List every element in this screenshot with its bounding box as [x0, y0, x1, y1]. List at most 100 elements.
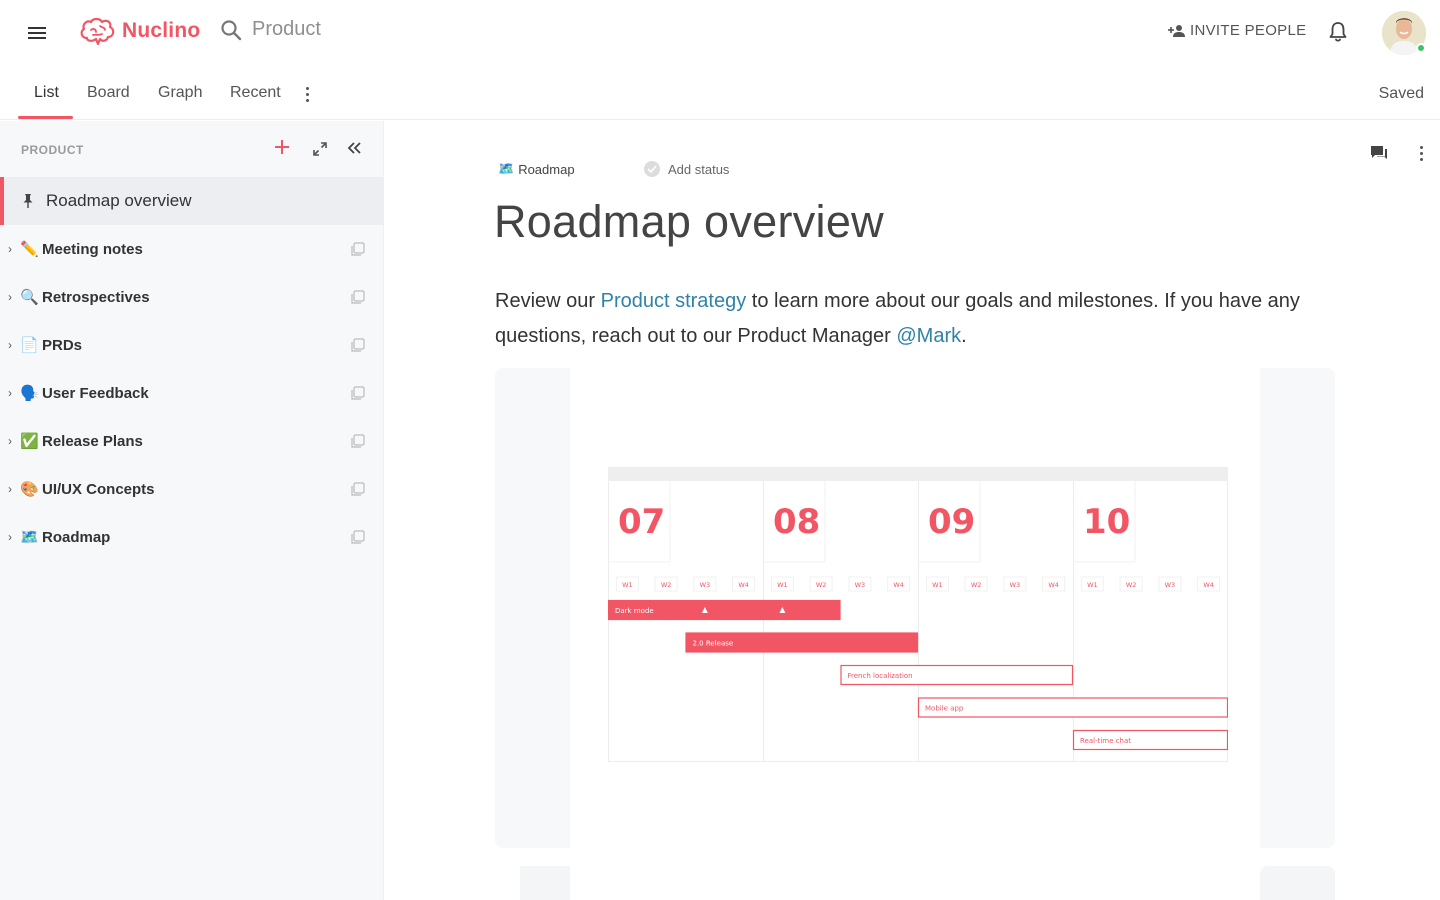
tab-graph[interactable]: Graph	[158, 84, 202, 102]
chevron-right-icon[interactable]: ›	[8, 386, 20, 400]
collection-icon[interactable]	[351, 290, 365, 304]
invite-people-button[interactable]: INVITE PEOPLE	[1168, 22, 1306, 39]
pin-icon	[23, 194, 33, 208]
more-options-icon[interactable]	[1419, 146, 1425, 162]
online-status-dot	[1416, 43, 1426, 53]
save-status: Saved	[1378, 85, 1424, 102]
collapse-sidebar-icon[interactable]	[345, 140, 363, 156]
breadcrumb[interactable]: 🗺️ Roadmap	[498, 161, 575, 177]
month-label: 07	[618, 502, 665, 542]
collection-icon[interactable]	[351, 530, 365, 544]
expand-icon[interactable]	[313, 142, 327, 156]
week-label: W2	[1126, 581, 1137, 589]
timeline-bar-label: Real-time chat	[1080, 737, 1131, 745]
search-icon	[221, 19, 242, 40]
doc-paragraph[interactable]: Review our Product strategy to learn mor…	[495, 284, 1335, 354]
status-label: Add status	[668, 161, 730, 177]
sidebar-item-roadmap-overview[interactable]: Roadmap overview	[0, 177, 383, 225]
add-person-icon	[1168, 24, 1185, 37]
next-embed-frame-right	[1260, 866, 1335, 900]
chevron-right-icon[interactable]: ›	[8, 338, 20, 352]
week-label: W3	[1165, 581, 1176, 589]
sidebar-item-roadmap[interactable]: › 🗺️ Roadmap	[0, 513, 383, 561]
timeline-header-bar	[608, 467, 1228, 481]
week-label: W2	[971, 581, 982, 589]
active-tab-indicator	[18, 116, 73, 119]
invite-label: INVITE PEOPLE	[1190, 22, 1307, 39]
collection-icon[interactable]	[351, 386, 365, 400]
map-icon: 🗺️	[498, 161, 515, 176]
month-label: 09	[928, 502, 975, 542]
collection-icon[interactable]	[351, 482, 365, 496]
week-label: W2	[661, 581, 672, 589]
search-input[interactable]	[252, 18, 452, 41]
week-label: W2	[816, 581, 827, 589]
sidebar-item-label: Release Plans	[42, 432, 143, 450]
month-label: 10	[1083, 502, 1130, 542]
breadcrumb-label: Roadmap	[518, 161, 575, 177]
roadmap-timeline: 07 W1 W2 W3 W4 08 W1 W2 W3 W4 09 W1 W2 W3 W4 10 W1 W2 W3 W4…	[608, 467, 1228, 762]
chevron-right-icon[interactable]: ›	[8, 242, 20, 256]
sidebar-item-label: PRDs	[42, 336, 83, 354]
sidebar-item-release-plans[interactable]: › ✅ Release Plans	[0, 417, 383, 465]
sidebar-item-label: UI/UX Concepts	[42, 480, 155, 498]
more-tabs-icon[interactable]	[305, 87, 311, 103]
collection-icon[interactable]	[351, 242, 365, 256]
timeline-bar-label: 2.0 Release	[693, 640, 734, 648]
menu-icon[interactable]	[28, 24, 48, 42]
search-box[interactable]	[220, 18, 452, 41]
chevron-right-icon[interactable]: ›	[8, 434, 20, 448]
timeline-bar-label: Mobile app	[925, 705, 964, 713]
workspace-title: PRODUCT	[21, 143, 84, 157]
week-label: W1	[1087, 581, 1098, 589]
tab-recent[interactable]: Recent	[230, 84, 281, 102]
week-label: W3	[700, 581, 711, 589]
tab-list[interactable]: List	[34, 84, 59, 102]
status-icon	[644, 161, 660, 177]
week-label: W3	[1010, 581, 1021, 589]
tab-board[interactable]: Board	[87, 84, 130, 102]
chevron-right-icon[interactable]: ›	[8, 482, 20, 496]
sidebar-item-retrospectives[interactable]: › 🔍 Retrospectives	[0, 273, 383, 321]
next-embed-frame	[520, 866, 570, 900]
comments-icon[interactable]	[1370, 145, 1388, 161]
document-icon: 📄	[20, 337, 39, 354]
week-label: W3	[855, 581, 866, 589]
product-strategy-link[interactable]: Product strategy	[601, 290, 747, 312]
timeline-bar-label: Dark mode	[615, 607, 654, 615]
page-title[interactable]: Roadmap overview	[494, 196, 884, 248]
chevron-right-icon[interactable]: ›	[8, 290, 20, 304]
map-icon: 🗺️	[20, 529, 39, 546]
logo[interactable]: Nuclino	[78, 16, 200, 46]
sidebar: PRODUCT Roadmap overview › ✏️ Meeting no…	[0, 121, 384, 900]
paragraph-text: .	[961, 325, 967, 347]
chevron-right-icon[interactable]: ›	[8, 530, 20, 544]
collection-icon[interactable]	[351, 434, 365, 448]
week-label: W1	[777, 581, 788, 589]
add-item-icon[interactable]	[272, 137, 292, 157]
week-label: W4	[738, 581, 749, 589]
check-mark-icon: ✅	[20, 433, 39, 450]
paragraph-text: Review our	[495, 290, 601, 312]
pencil-icon: ✏️	[20, 241, 39, 258]
week-label: W4	[893, 581, 904, 589]
month-label: 08	[773, 502, 820, 542]
sidebar-item-ui-ux-concepts[interactable]: › 🎨 UI/UX Concepts	[0, 465, 383, 513]
sidebar-item-label: Roadmap overview	[46, 191, 192, 210]
brand-name: Nuclino	[122, 19, 201, 42]
view-tabs: List Board Graph Recent Saved	[0, 66, 1440, 120]
week-label: W1	[932, 581, 943, 589]
mention-mark[interactable]: @Mark	[896, 325, 961, 347]
brain-logo-icon	[80, 17, 115, 46]
week-label: W4	[1203, 581, 1214, 589]
bell-icon[interactable]	[1328, 21, 1348, 43]
sidebar-item-prds[interactable]: › 📄 PRDs	[0, 321, 383, 369]
week-label: W1	[622, 581, 633, 589]
sidebar-item-label: Retrospectives	[42, 288, 150, 306]
sidebar-item-label: Roadmap	[42, 528, 111, 546]
sidebar-item-user-feedback[interactable]: › 🗣️ User Feedback	[0, 369, 383, 417]
collection-icon[interactable]	[351, 338, 365, 352]
speaking-head-icon: 🗣️	[20, 385, 39, 402]
add-status-button[interactable]: Add status	[644, 161, 729, 177]
sidebar-item-meeting-notes[interactable]: › ✏️ Meeting notes	[0, 225, 383, 273]
